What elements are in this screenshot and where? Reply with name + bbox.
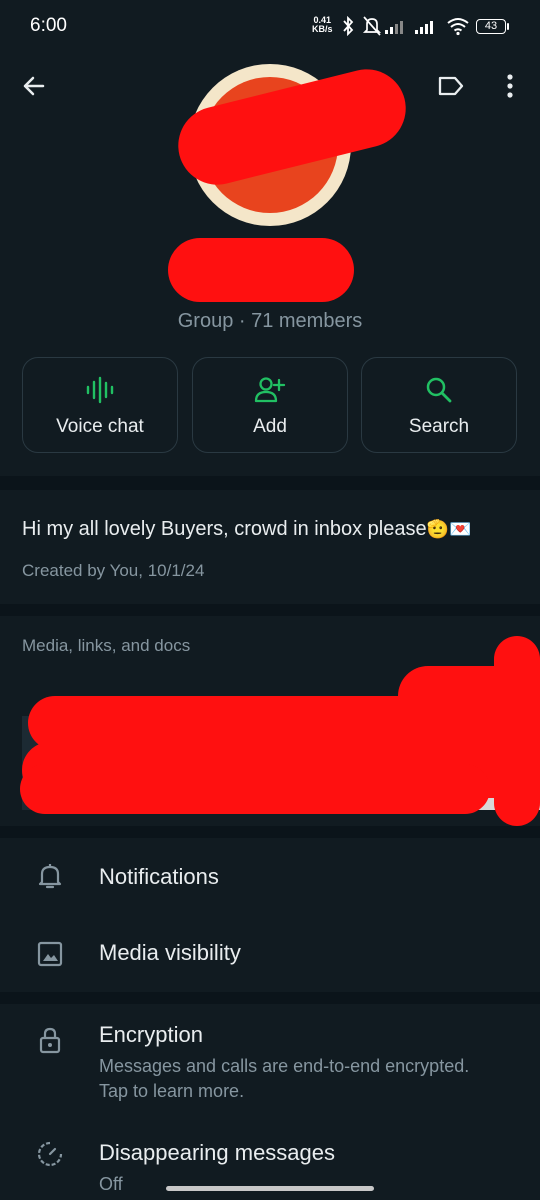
- search-label: Search: [408, 416, 470, 437]
- signal-icon-2: [415, 21, 433, 34]
- status-time: 6:00: [30, 15, 67, 36]
- description-text: Hi my all lovely Buyers, crowd in inbox …: [22, 518, 427, 540]
- description-emoji: 🫡💌: [426, 519, 472, 539]
- signal-icon-1: [385, 21, 403, 34]
- network-speed-unit: KB/s: [312, 24, 333, 34]
- label-tag-icon: [438, 76, 464, 96]
- media-visibility-label: Media visibility: [99, 940, 241, 965]
- add-member-button[interactable]: Add: [192, 357, 348, 453]
- section-divider: [0, 826, 540, 838]
- notifications-row[interactable]: Notifications: [0, 838, 540, 916]
- more-vertical-icon: [507, 74, 513, 98]
- voice-chat-button[interactable]: Voice chat: [22, 357, 178, 453]
- bell-off-icon: [362, 16, 382, 36]
- media-visibility-row[interactable]: Media visibility: [0, 916, 540, 992]
- lock-icon: [34, 1024, 66, 1056]
- description-text-row: Hi my all lovely Buyers, crowd in inbox …: [22, 518, 471, 541]
- bluetooth-icon: [343, 16, 354, 36]
- battery-tip: [507, 23, 509, 30]
- redaction-mark: [20, 764, 490, 814]
- back-arrow-icon: [23, 76, 45, 96]
- description-meta: Created by You, 10/1/24: [22, 561, 205, 580]
- add-person-icon: [254, 377, 286, 403]
- redaction-mark: [168, 238, 354, 302]
- network-speed: 0.41 KB/s: [312, 16, 333, 34]
- waveform-icon: [86, 376, 114, 404]
- back-button[interactable]: [12, 64, 56, 108]
- disappearing-messages-label: Disappearing messages: [99, 1140, 336, 1165]
- bell-icon: [34, 860, 66, 892]
- section-divider: [0, 476, 540, 490]
- navigation-handle[interactable]: [166, 1186, 374, 1191]
- label-button[interactable]: [429, 64, 473, 108]
- battery-icon: 43: [476, 19, 506, 34]
- encryption-label: Encryption: [99, 1022, 203, 1047]
- notifications-label: Notifications: [99, 864, 219, 889]
- encryption-row[interactable]: Encryption Messages and calls are end-to…: [0, 1004, 540, 1110]
- wifi-icon: [447, 18, 469, 36]
- add-label: Add: [253, 416, 287, 437]
- section-divider: [0, 604, 540, 616]
- search-icon: [426, 377, 452, 403]
- encryption-description: Messages and calls are end-to-end encryp…: [99, 1056, 470, 1101]
- media-section-title[interactable]: Media, links, and docs: [22, 636, 190, 656]
- image-icon: [34, 938, 66, 970]
- search-button[interactable]: Search: [361, 357, 517, 453]
- voice-chat-label: Voice chat: [56, 416, 144, 437]
- group-member-count: Group · 71 members: [177, 310, 363, 332]
- timer-icon: [34, 1138, 66, 1170]
- disappearing-messages-status: Off: [99, 1174, 123, 1194]
- status-bar: 6:00 0.41 KB/s 43: [0, 0, 540, 48]
- redaction-mark: [494, 636, 540, 826]
- more-options-button[interactable]: [488, 64, 532, 108]
- section-divider: [0, 992, 540, 1004]
